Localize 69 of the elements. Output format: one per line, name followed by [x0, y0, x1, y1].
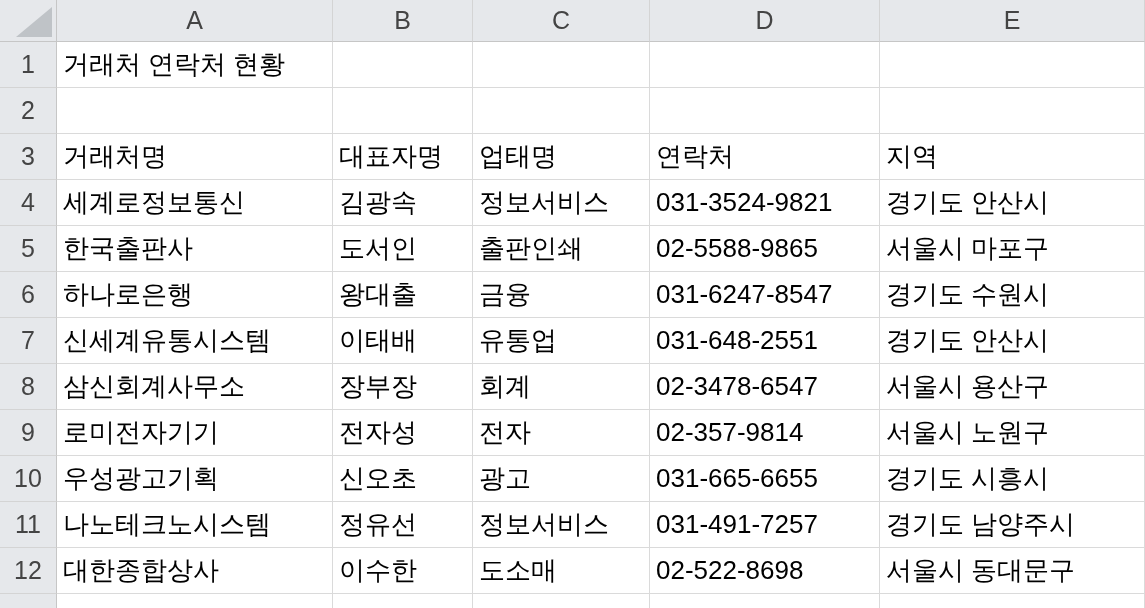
table-cell: 서울시 노원구	[880, 410, 1145, 456]
table-cell: 경기도 남양주시	[880, 502, 1145, 548]
table-cell: 업태명	[473, 134, 650, 180]
table-cell: 정보서비스	[473, 502, 650, 548]
table-cell: 신세계유통시스템	[57, 318, 333, 364]
table-cell: 유통업	[473, 318, 650, 364]
table-cell: 02-5588-9865	[650, 226, 880, 272]
table-cell: 서울시 마포구	[880, 226, 1145, 272]
row-header[interactable]: 3	[0, 134, 57, 180]
table-cell: 한국출판사	[57, 226, 333, 272]
row-header[interactable]: 4	[0, 180, 57, 226]
row-header[interactable]: 1	[0, 42, 57, 88]
table-cell: 나노테크노시스템	[57, 502, 333, 548]
table-cell: 장부장	[333, 364, 473, 410]
table-cell: 연락처	[650, 134, 880, 180]
table-cell: 거래처명	[57, 134, 333, 180]
table-cell: 지역	[880, 134, 1145, 180]
table-cell: 이태배	[333, 318, 473, 364]
table-cell: 도서인	[333, 226, 473, 272]
row-header[interactable]: 5	[0, 226, 57, 272]
table-cell: 031-491-7257	[650, 502, 880, 548]
table-cell: 정유선	[333, 502, 473, 548]
table-cell: 031-6247-8547	[650, 272, 880, 318]
row-header[interactable]: 9	[0, 410, 57, 456]
table-cell: 김광속	[333, 180, 473, 226]
table-cell: 왕대출	[333, 272, 473, 318]
column-header[interactable]: C	[473, 0, 650, 42]
column-header[interactable]: A	[57, 0, 333, 42]
table-cell: 031-665-6655	[650, 456, 880, 502]
row-header[interactable]: 7	[0, 318, 57, 364]
table-cell: 경기도 안산시	[880, 318, 1145, 364]
table-cell: 031-3524-9821	[650, 180, 880, 226]
table-cell: 이수한	[333, 548, 473, 594]
table-cell: 02-522-8698	[650, 548, 880, 594]
row-header[interactable]: 10	[0, 456, 57, 502]
column-header[interactable]: B	[333, 0, 473, 42]
table-cell: 회계	[473, 364, 650, 410]
row-header[interactable]: 8	[0, 364, 57, 410]
table-cell: 세계로정보통신	[57, 180, 333, 226]
table-cell: 031-648-2551	[650, 318, 880, 364]
table-cell: 정보서비스	[473, 180, 650, 226]
table-cell: 대한종합상사	[57, 548, 333, 594]
table-cell: 금융	[473, 272, 650, 318]
table-cell: 우성광고기획	[57, 456, 333, 502]
table-cell: 서울시 용산구	[880, 364, 1145, 410]
table-cell: 거래처 연락처 현황	[57, 42, 333, 88]
table-cell: 서울시 동대문구	[880, 548, 1145, 594]
table-cell: 경기도 수원시	[880, 272, 1145, 318]
table-cell: 하나로은행	[57, 272, 333, 318]
table-cell: 경기도 시흥시	[880, 456, 1145, 502]
row-header[interactable]: 6	[0, 272, 57, 318]
table-cell: 02-3478-6547	[650, 364, 880, 410]
row-header[interactable]: 12	[0, 548, 57, 594]
table-cell: 전자성	[333, 410, 473, 456]
table-cell: 삼신회계사무소	[57, 364, 333, 410]
column-header[interactable]: D	[650, 0, 880, 42]
table-cell: 신오초	[333, 456, 473, 502]
table-cell: 광고	[473, 456, 650, 502]
row-header[interactable]: 11	[0, 502, 57, 548]
row-header[interactable]: 2	[0, 88, 57, 134]
table-cell: 02-357-9814	[650, 410, 880, 456]
column-header[interactable]: E	[880, 0, 1145, 42]
table-cell: 출판인쇄	[473, 226, 650, 272]
select-all-icon[interactable]	[16, 7, 52, 37]
table-cell: 경기도 안산시	[880, 180, 1145, 226]
table-cell: 로미전자기기	[57, 410, 333, 456]
table-cell: 도소매	[473, 548, 650, 594]
table-cell: 전자	[473, 410, 650, 456]
table-cell: 대표자명	[333, 134, 473, 180]
